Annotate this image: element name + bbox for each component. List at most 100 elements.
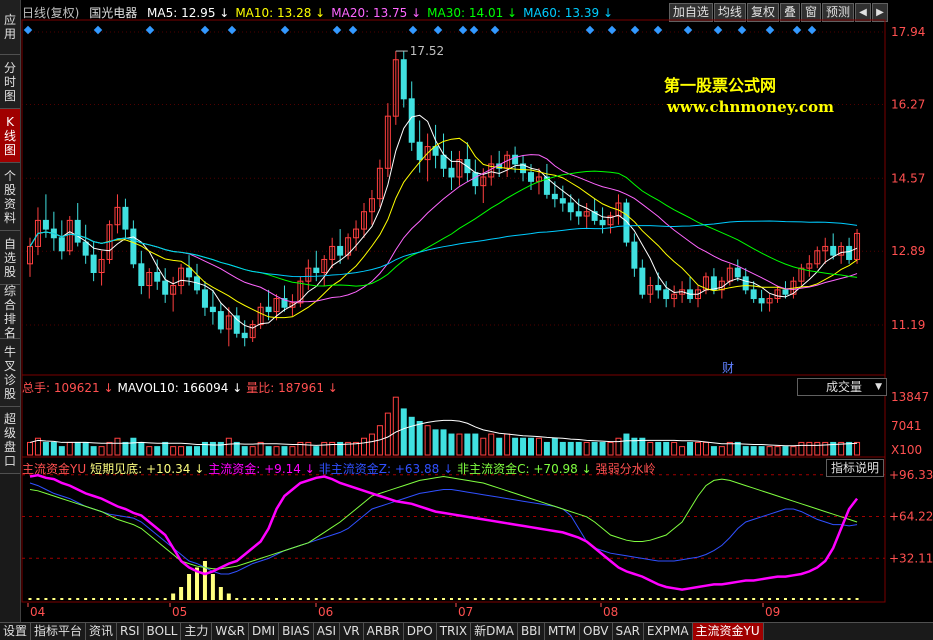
volume-bar <box>615 437 622 456</box>
bottom-tab-13[interactable]: TRIX <box>437 623 472 640</box>
bottom-tab-20[interactable]: 主流资金YU <box>692 623 764 640</box>
candle-body <box>138 263 145 287</box>
candle-body <box>186 267 193 278</box>
volume-bar <box>186 446 193 456</box>
volume-bar <box>679 446 686 456</box>
volume-bar <box>241 446 248 456</box>
baseline-dot <box>251 598 255 600</box>
month-tick-label: 05 <box>172 605 187 619</box>
baseline-dot <box>791 598 795 600</box>
bottom-tab-5[interactable]: 主力 <box>181 623 213 640</box>
baseline-dot <box>783 598 787 600</box>
volume-bar <box>289 446 296 456</box>
volume-bar <box>114 437 121 456</box>
event-diamond-icon <box>280 25 290 35</box>
baseline-dot <box>831 598 835 600</box>
bottom-tab-8[interactable]: BIAS <box>279 623 314 640</box>
bottom-tab-6[interactable]: W&R <box>212 623 249 640</box>
volume-bar <box>122 441 129 456</box>
volume-legend-item: MAVOL10: 166094 ↓ <box>117 381 243 395</box>
baseline-dot <box>298 598 302 600</box>
volume-bar <box>225 437 232 456</box>
baseline-dot <box>577 598 581 600</box>
bottom-tab-7[interactable]: DMI <box>249 623 280 640</box>
baseline-dot <box>449 598 453 600</box>
volume-bar <box>408 416 415 456</box>
baseline-dot <box>370 598 374 600</box>
event-diamond-icon <box>490 25 500 35</box>
bottom-tab-14[interactable]: 新DMA <box>471 623 518 640</box>
bottom-tab-19[interactable]: EXPMA <box>644 623 693 640</box>
baseline-dot <box>601 598 605 600</box>
main-chart[interactable]: 17.94 16.27 14.57 12.89 11.19 17.52 财 13847 7041… <box>0 0 933 622</box>
volume-bar <box>687 441 694 456</box>
bottom-tab-11[interactable]: ARBR <box>364 623 404 640</box>
volume-bar <box>520 437 527 456</box>
volume-bar <box>814 441 821 456</box>
volume-bar <box>194 446 200 456</box>
indicator-legend-item: 非主流资金Z: +63.88 ↓ <box>318 462 454 476</box>
indicator-help-button[interactable]: 指标说明 <box>826 459 885 477</box>
baseline-dot <box>282 598 286 600</box>
volume-bar <box>583 441 590 456</box>
candle-body <box>74 219 81 243</box>
candle-body <box>742 276 749 291</box>
volume-bar <box>146 446 153 456</box>
volume-bar <box>726 441 733 456</box>
volume-bar <box>535 437 542 456</box>
month-tick-label: 08 <box>603 605 618 619</box>
event-diamond-icon <box>145 25 155 35</box>
bottom-tab-3[interactable]: RSI <box>117 623 144 640</box>
candle-body <box>90 254 97 273</box>
volume-bar <box>448 433 455 456</box>
candle-body <box>265 306 272 313</box>
baseline-dot <box>394 598 398 600</box>
volume-bar <box>702 441 709 456</box>
bottom-tab-17[interactable]: OBV <box>580 623 613 640</box>
baseline-dot <box>338 598 342 600</box>
bottom-tab-4[interactable]: BOLL <box>144 623 182 640</box>
volume-bar <box>130 437 137 456</box>
event-diamond-icon <box>607 25 617 35</box>
baseline-dot <box>752 598 756 600</box>
candle-body <box>830 245 837 256</box>
volume-bar <box>50 441 57 456</box>
event-diamond-icon <box>469 25 479 35</box>
volume-bar <box>695 441 701 456</box>
baseline-dot <box>815 598 819 600</box>
event-diamond-icon <box>433 25 443 35</box>
baseline-dot <box>60 598 64 600</box>
bottom-tab-2[interactable]: 资讯 <box>86 623 118 640</box>
bottom-tab-9[interactable]: ASI <box>314 623 341 640</box>
volume-bar <box>249 446 256 456</box>
month-tick-label: 06 <box>318 605 333 619</box>
baseline-dot <box>290 598 294 600</box>
bottom-tab-0[interactable]: 设置 <box>0 623 32 640</box>
candle-body <box>209 306 216 313</box>
baseline-dot <box>760 598 764 600</box>
indicator-help-label: 指标说明 <box>831 461 880 475</box>
volume-bar <box>257 441 264 456</box>
baseline-dot <box>442 598 446 600</box>
baseline-dot <box>195 598 199 600</box>
bottom-tab-16[interactable]: MTM <box>545 623 580 640</box>
volume-bar <box>504 433 511 456</box>
volume-legend-item: 总手: 109621 ↓ <box>22 381 114 395</box>
candle-body <box>734 267 741 278</box>
volume-bar <box>138 441 145 456</box>
candle-body <box>337 245 344 256</box>
bottom-tab-12[interactable]: DPO <box>404 623 437 640</box>
watermark-url: www.chnmoney.com <box>667 98 834 116</box>
baseline-dot <box>545 598 549 600</box>
baseline-dot <box>354 598 358 600</box>
bottom-tab-15[interactable]: BBI <box>518 623 545 640</box>
bottom-tab-1[interactable]: 指标平台 <box>31 623 87 640</box>
volume-indicator-dropdown[interactable]: 成交量 ▼ <box>797 378 887 396</box>
volume-bar <box>98 446 105 456</box>
baseline-dot <box>386 598 390 600</box>
bottom-tab-18[interactable]: SAR <box>613 623 644 640</box>
finance-marker: 财 <box>722 361 734 375</box>
bottom-tab-10[interactable]: VR <box>340 623 364 640</box>
baseline-dot <box>648 598 652 600</box>
volume-bar <box>528 437 534 456</box>
